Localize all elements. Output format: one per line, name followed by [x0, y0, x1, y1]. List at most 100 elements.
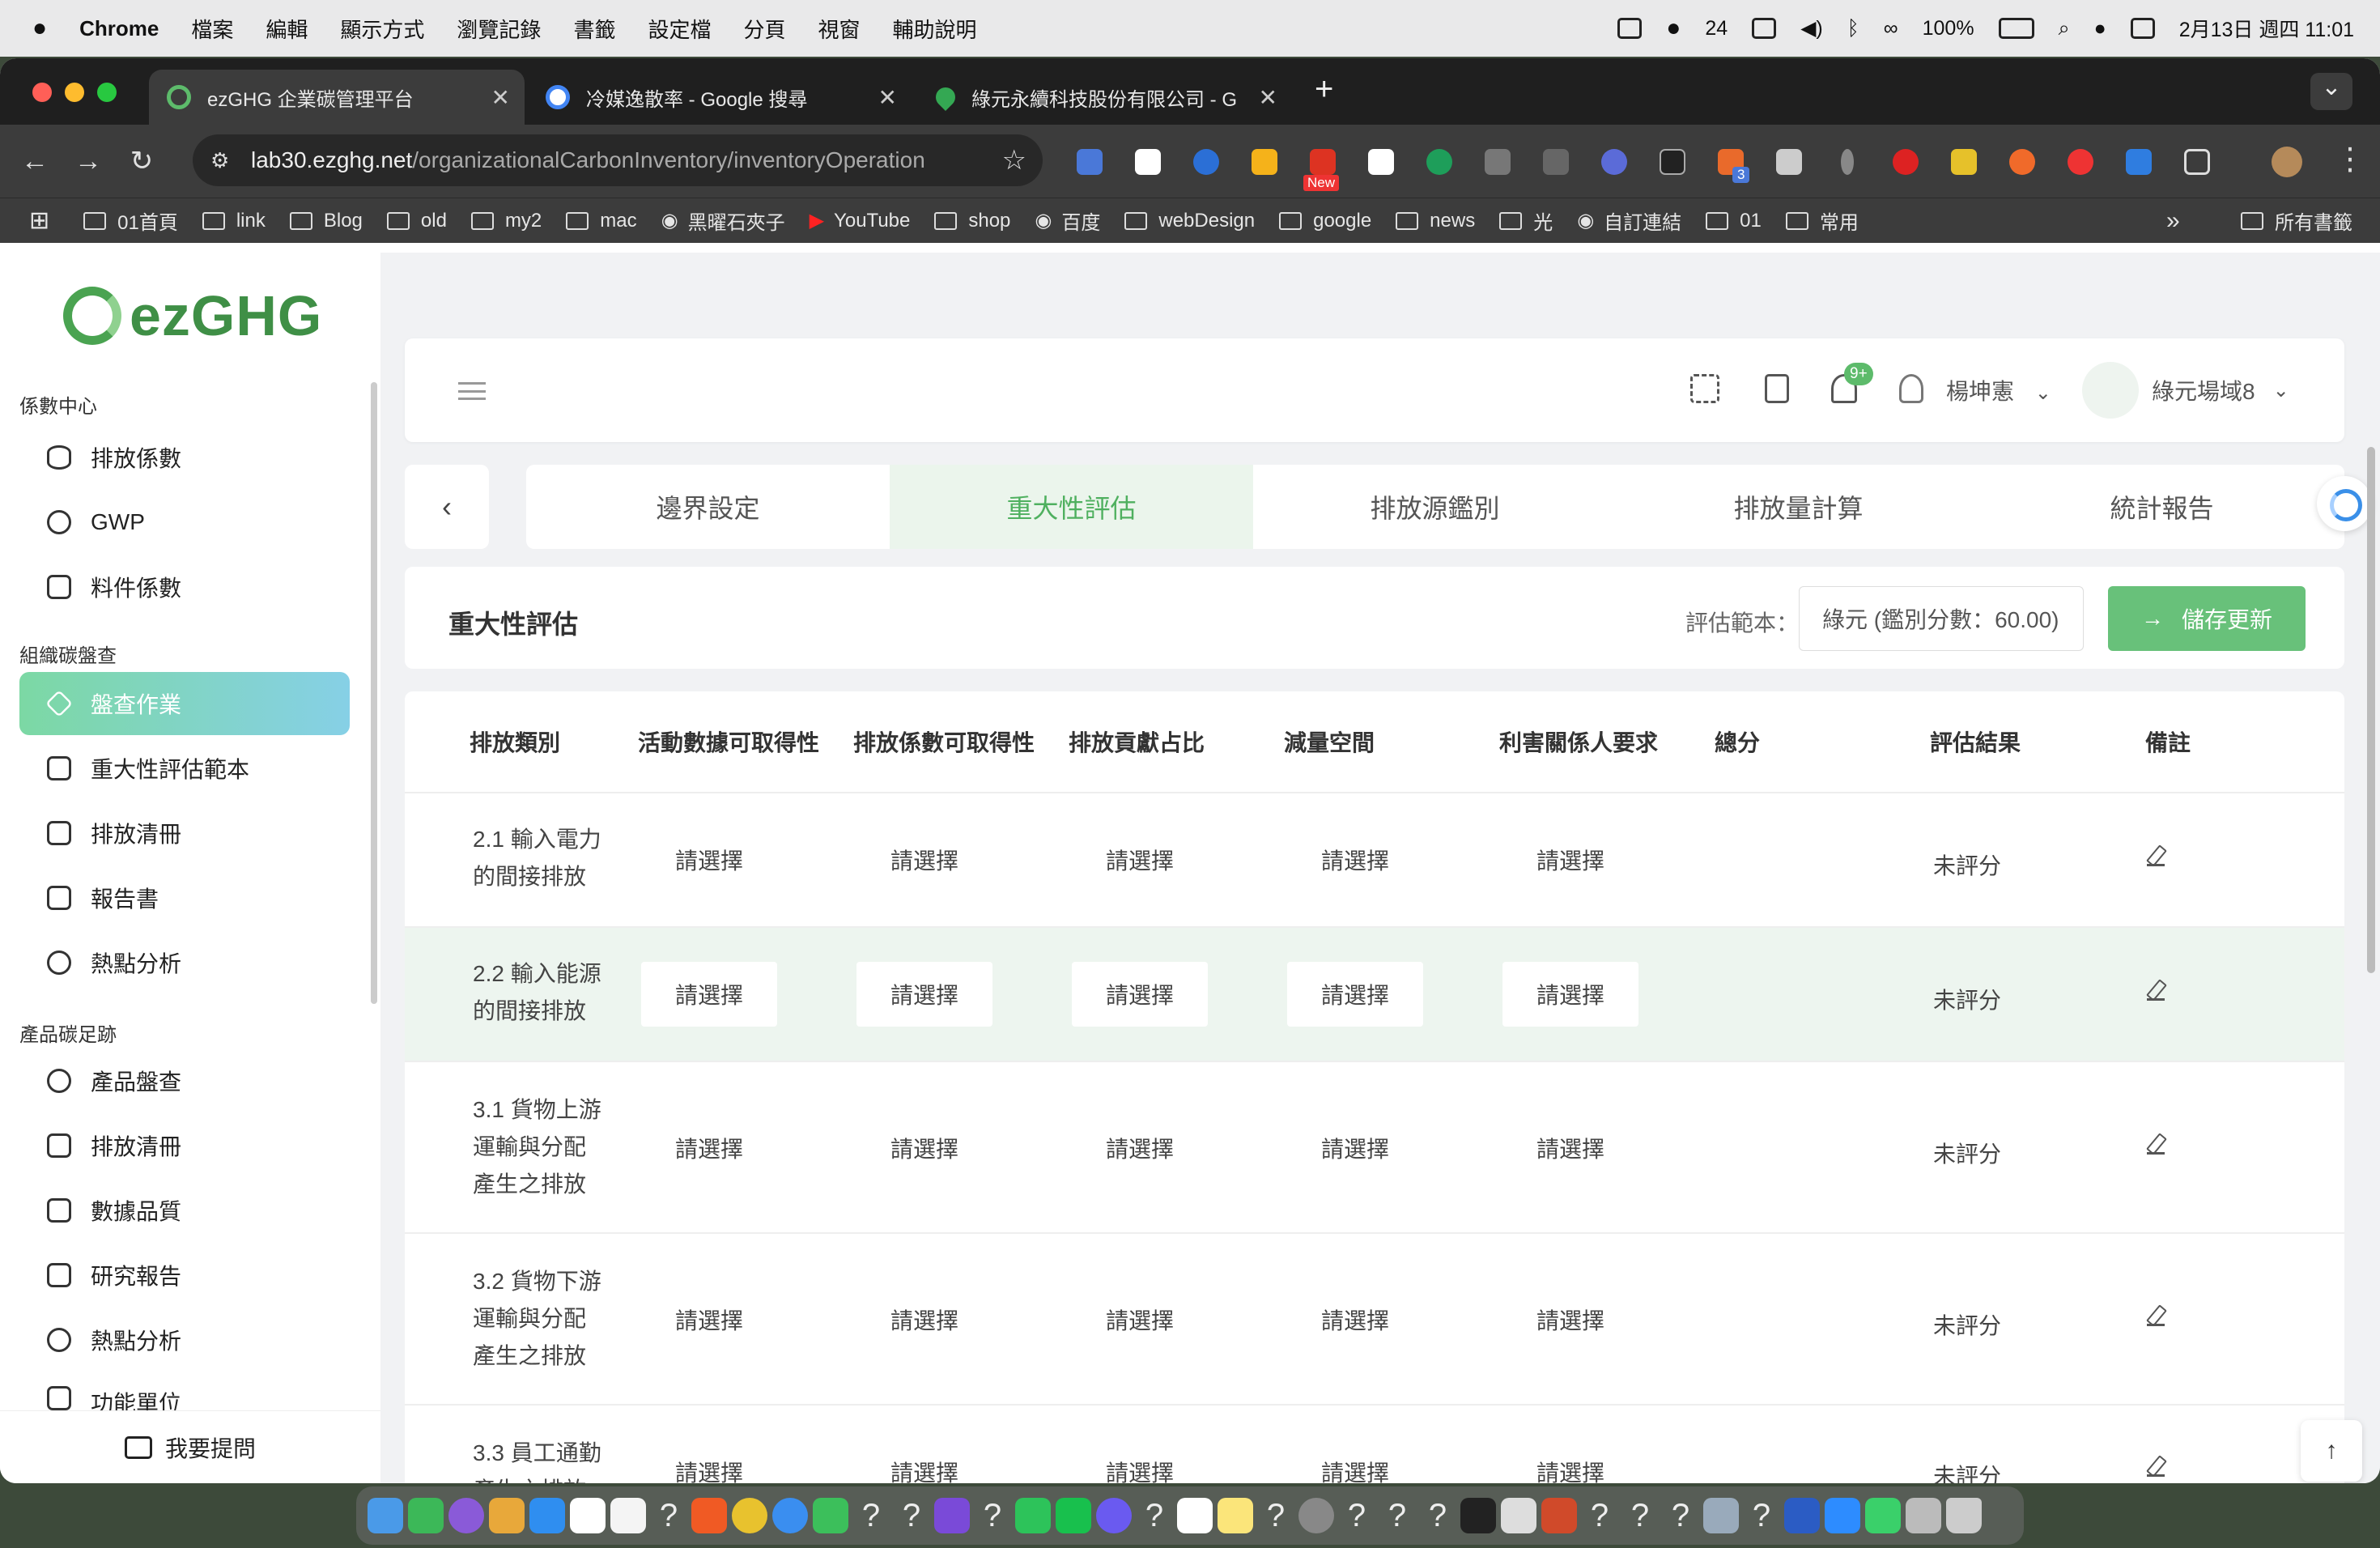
spotlight-search-icon[interactable]: ⌕	[2059, 17, 2070, 40]
extension-icon[interactable]	[2126, 149, 2152, 175]
sidebar-item-material-factor[interactable]: 料件係數	[19, 555, 350, 619]
menubar-item[interactable]: 顯示方式	[340, 14, 424, 44]
contribution-select[interactable]: 請選擇	[1072, 1440, 1208, 1483]
line-icon[interactable]	[1056, 1498, 1091, 1533]
zoom-icon[interactable]	[1825, 1498, 1860, 1533]
app-icon[interactable]	[448, 1498, 484, 1533]
save-update-button[interactable]: → 儲存更新	[2108, 586, 2306, 651]
extension-icon[interactable]	[2068, 149, 2093, 175]
close-tab-icon[interactable]: ✕	[878, 84, 897, 111]
missing-app-icon[interactable]: ?	[1339, 1498, 1375, 1533]
reload-button[interactable]: ↻	[115, 145, 168, 177]
bookmark-link[interactable]: ◉ 百度	[1035, 206, 1100, 235]
bookmark-folder[interactable]: my2	[470, 210, 542, 232]
menubar-item[interactable]: 書籤	[573, 14, 615, 44]
minimize-window-button[interactable]	[65, 83, 84, 102]
menubar-item[interactable]: 視窗	[818, 14, 860, 44]
fullscreen-icon[interactable]	[1690, 374, 1719, 403]
tab-ezghg[interactable]: ezGHG 企業碳管理平台 ✕	[149, 70, 525, 125]
menubar-item[interactable]: 檔案	[191, 14, 233, 44]
extension-icon[interactable]	[1951, 149, 1977, 175]
extension-icon[interactable]	[1310, 149, 1336, 175]
bookmark-folder[interactable]: old	[386, 210, 447, 232]
edit-note-icon[interactable]	[2147, 848, 2165, 866]
extensions-puzzle-icon[interactable]	[2184, 149, 2210, 175]
extension-icon[interactable]	[1841, 149, 1854, 175]
close-tab-icon[interactable]: ✕	[1259, 84, 1277, 111]
step-source-identification[interactable]: 排放源鑑別	[1253, 465, 1617, 549]
menubar-item[interactable]: 編輯	[266, 14, 308, 44]
notion-icon[interactable]	[570, 1498, 606, 1533]
activity-data-select[interactable]: 請選擇	[641, 962, 777, 1027]
link-status-icon[interactable]: ∞	[1884, 17, 1898, 40]
adblock-extension-icon[interactable]	[1893, 149, 1919, 175]
apps-grid-icon[interactable]: ⊞	[29, 206, 49, 235]
step-emission-calculation[interactable]: 排放量計算	[1617, 465, 1980, 549]
missing-app-icon[interactable]: ?	[1379, 1498, 1415, 1533]
emission-factor-select[interactable]: 請選擇	[856, 962, 992, 1027]
missing-app-icon[interactable]: ?	[1663, 1498, 1698, 1533]
menubar-app-name[interactable]: Chrome	[79, 16, 159, 41]
reminders-icon[interactable]	[1177, 1498, 1213, 1533]
stakeholder-select[interactable]: 請選擇	[1502, 827, 1638, 892]
brave-icon[interactable]	[691, 1498, 727, 1533]
all-bookmarks-button[interactable]: 所有書籤	[2241, 206, 2352, 235]
apple-icon[interactable]: ●	[32, 15, 47, 42]
clipboard-icon[interactable]	[1765, 374, 1789, 403]
extension-icon[interactable]	[1601, 149, 1627, 175]
sidebar-item-product-hotspot[interactable]: 熱點分析	[19, 1308, 350, 1372]
safari-icon[interactable]	[772, 1498, 808, 1533]
step-statistics-report[interactable]: 統計報告	[1980, 465, 2344, 549]
reduction-select[interactable]: 請選擇	[1287, 962, 1423, 1027]
missing-app-icon[interactable]: ?	[894, 1498, 929, 1533]
app-icon[interactable]	[1460, 1498, 1496, 1533]
menubar-item[interactable]: 瀏覽記錄	[457, 14, 541, 44]
sidebar-item-data-quality[interactable]: 數據品質	[19, 1179, 350, 1242]
edit-note-icon[interactable]	[2147, 1308, 2165, 1326]
bookmark-link[interactable]: ◉ 黑曜石夾子	[661, 206, 785, 235]
back-to-top-button[interactable]: ↑	[2301, 1420, 2362, 1482]
wechat-icon[interactable]	[1015, 1498, 1051, 1533]
missing-app-icon[interactable]: ?	[1137, 1498, 1172, 1533]
missing-app-icon[interactable]: ?	[1744, 1498, 1779, 1533]
sidebar-item-report[interactable]: 報告書	[19, 866, 350, 929]
sidebar-item-product-inventory[interactable]: 產品盤查	[19, 1049, 350, 1112]
new-tab-button[interactable]: +	[1315, 71, 1333, 108]
reduction-select[interactable]: 請選擇	[1287, 1287, 1423, 1352]
extension-icon[interactable]	[1135, 149, 1161, 175]
forward-button[interactable]: →	[62, 146, 115, 177]
missing-app-icon[interactable]: ?	[1258, 1498, 1294, 1533]
step-boundary-setting[interactable]: 邊界設定	[526, 465, 890, 549]
sidebar-item-emission-factor[interactable]: 排放係數	[19, 426, 350, 489]
user-status-icon[interactable]: ●	[2094, 17, 2106, 40]
edit-note-icon[interactable]	[2147, 1137, 2165, 1155]
contribution-select[interactable]: 請選擇	[1072, 1116, 1208, 1180]
close-tab-icon[interactable]: ✕	[491, 84, 510, 111]
missing-app-icon[interactable]: ?	[853, 1498, 889, 1533]
missing-app-icon[interactable]: ?	[1420, 1498, 1456, 1533]
contribution-select[interactable]: 請選擇	[1072, 1287, 1208, 1352]
ezghg-logo[interactable]: ezGHG	[63, 283, 322, 348]
launchpad-icon[interactable]	[489, 1498, 525, 1533]
missing-app-icon[interactable]: ?	[1622, 1498, 1658, 1533]
chrome-icon[interactable]	[732, 1498, 767, 1533]
app-icon[interactable]	[408, 1498, 444, 1533]
bluetooth-icon[interactable]: ᛒ	[1847, 17, 1859, 40]
screenshot-icon[interactable]	[1906, 1498, 1941, 1533]
stakeholder-select[interactable]: 請選擇	[1502, 962, 1638, 1027]
bookmark-folder[interactable]: mac	[566, 210, 637, 232]
extension-icon[interactable]	[1193, 149, 1219, 175]
bookmark-star-icon[interactable]: ☆	[1002, 144, 1026, 176]
back-button[interactable]: ←	[8, 146, 62, 177]
missing-app-icon[interactable]: ?	[1582, 1498, 1617, 1533]
sidebar-item-functional-unit[interactable]: 功能單位	[19, 1373, 350, 1410]
activity-data-select[interactable]: 請選擇	[641, 1440, 777, 1483]
reduction-select[interactable]: 請選擇	[1287, 1440, 1423, 1483]
emission-factor-select[interactable]: 請選擇	[856, 1116, 992, 1180]
volume-icon[interactable]: ◀)	[1800, 16, 1823, 40]
clipboard-status-icon[interactable]	[1617, 18, 1643, 39]
settings-icon[interactable]	[1298, 1498, 1334, 1533]
bookmark-folder[interactable]: shop	[934, 210, 1010, 232]
emission-factor-select[interactable]: 請選擇	[856, 1287, 992, 1352]
sidebar-item-gwp[interactable]: GWP	[19, 491, 350, 554]
